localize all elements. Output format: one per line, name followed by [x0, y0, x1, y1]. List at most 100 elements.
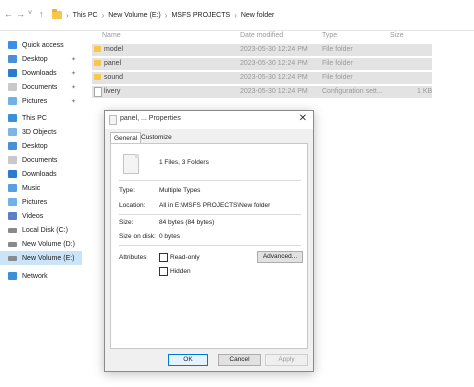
star-icon [8, 41, 17, 49]
file-type: File folder [322, 74, 353, 81]
crumb-msfs-projects[interactable]: MSFS PROJECTS [171, 12, 230, 19]
computer-icon [8, 114, 17, 122]
size-label: Size: [119, 219, 134, 226]
multiple-files-icon [123, 154, 139, 174]
close-icon[interactable]: ✕ [299, 113, 307, 124]
back-arrow-icon[interactable]: ← [4, 9, 13, 19]
chevron-right-icon: › [164, 10, 168, 20]
forward-arrow-icon[interactable]: → [16, 9, 25, 19]
chevron-right-icon: › [66, 10, 69, 20]
sidebar-item-3d-objects[interactable]: 3D Objects [0, 125, 82, 139]
sidebar-item-documents[interactable]: Documents [0, 153, 82, 167]
network-icon [8, 272, 17, 280]
file-date: 2023-05-30 12:24 PM [240, 46, 308, 53]
3d-objects-icon [8, 128, 17, 136]
file-row-sound[interactable]: sound 2023-05-30 12:24 PM File folder [92, 72, 432, 84]
pin-icon: ✦ [70, 98, 76, 105]
sidebar-item-pictures-pinned[interactable]: Pictures ✦ [0, 94, 82, 108]
divider [119, 214, 301, 215]
size-on-disk-label: Size on disk: [119, 233, 156, 240]
sidebar-item-videos[interactable]: Videos [0, 209, 82, 223]
divider [119, 245, 301, 246]
file-type: File folder [322, 60, 353, 67]
selection-summary: 1 Files, 3 Folders [159, 159, 209, 166]
hidden-label: Hidden [170, 268, 191, 275]
drive-icon [8, 227, 17, 233]
dialog-title: panel, ... Properties [120, 115, 181, 122]
crumb-new-folder[interactable]: New folder [241, 12, 274, 19]
music-icon [8, 184, 17, 192]
pictures-icon [8, 198, 17, 206]
documents-icon [8, 156, 17, 164]
general-tab-panel: 1 Files, 3 Folders Type: Multiple Types … [110, 143, 308, 349]
videos-icon [8, 212, 17, 220]
config-file-icon [94, 87, 102, 97]
recent-dropdown-icon[interactable]: ˅ [28, 10, 32, 17]
sidebar-item-downloads-pinned[interactable]: Downloads ✦ [0, 66, 82, 80]
chevron-right-icon: › [234, 10, 237, 20]
properties-dialog: panel, ... Properties ✕ General Customiz… [104, 110, 314, 372]
readonly-checkbox[interactable] [159, 253, 168, 262]
drive-icon [8, 241, 17, 247]
file-name: model [104, 46, 124, 53]
file-row-livery[interactable]: livery 2023-05-30 12:24 PM Configuration… [92, 86, 432, 98]
crumb-this-pc[interactable]: This PC [73, 12, 98, 19]
chevron-right-icon: › [101, 10, 105, 20]
file-name: panel [104, 60, 122, 67]
sidebar-item-new-volume-e[interactable]: New Volume (E:) [0, 251, 82, 265]
size-on-disk-value: 0 bytes [159, 233, 180, 240]
sidebar-item-new-volume-d[interactable]: New Volume (D:) [0, 237, 82, 251]
documents-icon [8, 83, 17, 91]
file-name: livery [104, 88, 121, 95]
sidebar-item-network[interactable]: Network [0, 269, 82, 283]
sidebar-item-this-pc[interactable]: This PC [0, 111, 82, 125]
sidebar-item-quick-access[interactable]: Quick access [0, 38, 82, 52]
file-type: Configuration sett... [322, 88, 383, 95]
file-date: 2023-05-30 12:24 PM [240, 88, 308, 95]
file-size: 1 KB [417, 88, 433, 95]
pin-icon: ✦ [70, 70, 76, 77]
downloads-icon [8, 69, 17, 77]
folder-icon [94, 60, 101, 66]
file-row-model[interactable]: model 2023-05-30 12:24 PM File folder [92, 44, 432, 56]
file-name: sound [104, 74, 124, 81]
hidden-checkbox[interactable] [159, 267, 168, 276]
sidebar-item-local-disk-c[interactable]: Local Disk (C:) [0, 223, 82, 237]
file-type: File folder [322, 46, 353, 53]
type-value: Multiple Types [159, 187, 201, 194]
pin-icon: ✦ [70, 56, 76, 63]
column-header-type[interactable]: Type [322, 32, 337, 39]
type-label: Type: [119, 187, 135, 194]
folder-icon [94, 46, 101, 52]
column-header-name[interactable]: Name [102, 32, 121, 39]
sidebar-item-pictures[interactable]: Pictures [0, 195, 82, 209]
pin-icon: ✦ [70, 84, 76, 91]
downloads-icon [8, 170, 17, 178]
sidebar-item-downloads[interactable]: Downloads [0, 167, 82, 181]
sidebar-item-desktop[interactable]: Desktop [0, 139, 82, 153]
navigation-pane: Quick access Desktop ✦ Downloads ✦ Docum… [0, 36, 82, 387]
sidebar-item-music[interactable]: Music [0, 181, 82, 195]
sidebar-item-documents-pinned[interactable]: Documents ✦ [0, 80, 82, 94]
file-row-panel[interactable]: panel 2023-05-30 12:24 PM File folder [92, 58, 432, 70]
advanced-button[interactable]: Advanced... [257, 251, 303, 263]
location-label: Location: [119, 202, 146, 209]
folder-icon [52, 9, 62, 19]
column-header-size[interactable]: Size [390, 32, 404, 39]
column-header-date[interactable]: Date modified [240, 32, 283, 39]
sidebar-item-desktop-pinned[interactable]: Desktop ✦ [0, 52, 82, 66]
address-bar-area: ← → ˅ ↑ › This PC › New Volume (E:) › MS… [0, 0, 474, 31]
divider [119, 180, 301, 181]
tab-customize[interactable]: Customize [138, 132, 175, 143]
apply-button[interactable]: Apply [265, 354, 308, 366]
up-arrow-icon[interactable]: ↑ [39, 9, 44, 19]
ok-button[interactable]: OK [168, 354, 208, 366]
location-value: All in E:\MSFS PROJECTS\New folder [159, 202, 271, 209]
file-date: 2023-05-30 12:24 PM [240, 74, 308, 81]
cancel-button[interactable]: Cancel [218, 354, 261, 366]
desktop-icon [8, 55, 17, 63]
crumb-new-volume-e[interactable]: New Volume (E:) [108, 12, 161, 19]
dialog-title-bar[interactable]: panel, ... Properties ✕ [105, 111, 313, 129]
breadcrumb[interactable]: › This PC › New Volume (E:) › MSFS PROJE… [52, 8, 474, 22]
folder-icon [94, 74, 101, 80]
